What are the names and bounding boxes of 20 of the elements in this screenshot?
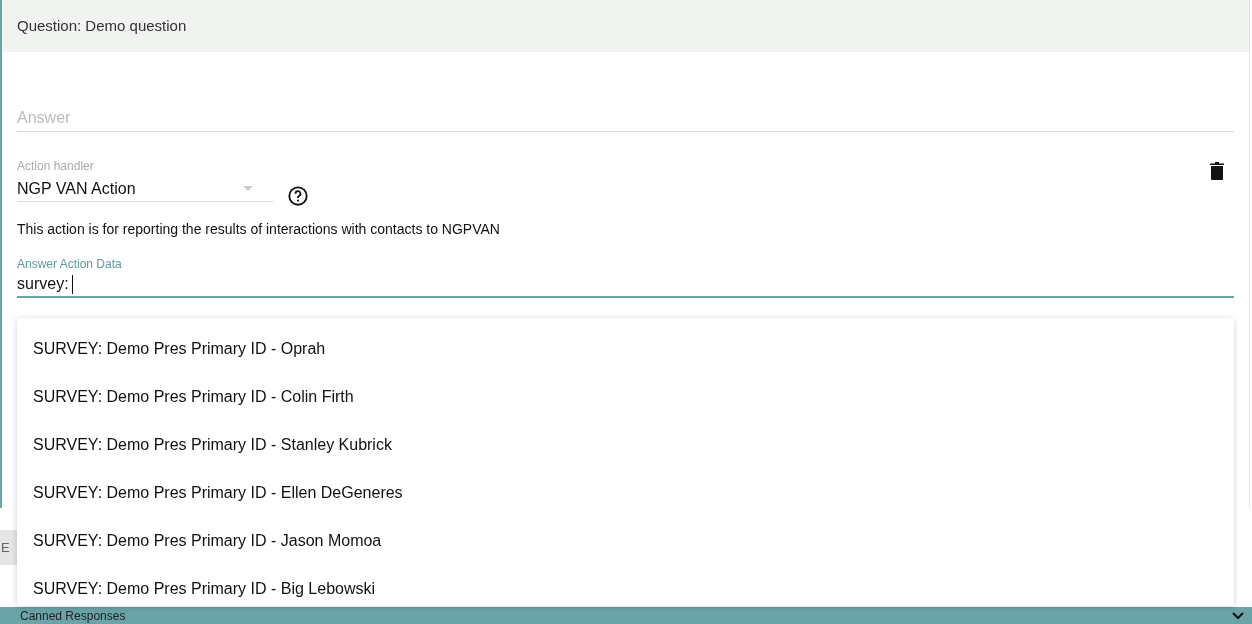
suggestion-item[interactable]: SURVEY: Demo Pres Primary ID - Stanley Kubrick: [17, 421, 1234, 469]
trash-icon[interactable]: [1210, 162, 1224, 180]
help-icon[interactable]: [287, 185, 309, 207]
canned-responses-bar[interactable]: Canned Responses: [0, 607, 1252, 624]
suggestion-item[interactable]: SURVEY: Demo Pres Primary ID - Colin Firth: [17, 373, 1234, 421]
text-cursor: [71, 274, 73, 294]
suggestion-item[interactable]: SURVEY: Demo Pres Primary ID - Oprah: [17, 325, 1234, 373]
chevron-down-icon: [1232, 611, 1244, 620]
answer-action-data-field[interactable]: survey:: [17, 272, 1234, 298]
suggestion-item[interactable]: SURVEY: Demo Pres Primary ID - Jason Momoa: [17, 517, 1234, 565]
action-description: This action is for reporting the results of interactions with contacts to NGPVAN: [17, 220, 501, 239]
action-handler-select[interactable]: NGP VAN Action: [17, 176, 273, 202]
field-label: Answer Action Data: [17, 256, 123, 272]
bar-title: Canned Responses: [19, 607, 126, 624]
field-label: Action handler: [17, 158, 95, 174]
suggestion-item[interactable]: SURVEY: Demo Pres Primary ID - Ellen DeGeneres: [17, 469, 1234, 517]
question-title: Question: Demo question: [17, 15, 187, 36]
answer-field[interactable]: Answer: [17, 104, 1234, 132]
dropdown-arrow-icon: [243, 186, 253, 191]
partial-button[interactable]: E: [0, 530, 17, 565]
